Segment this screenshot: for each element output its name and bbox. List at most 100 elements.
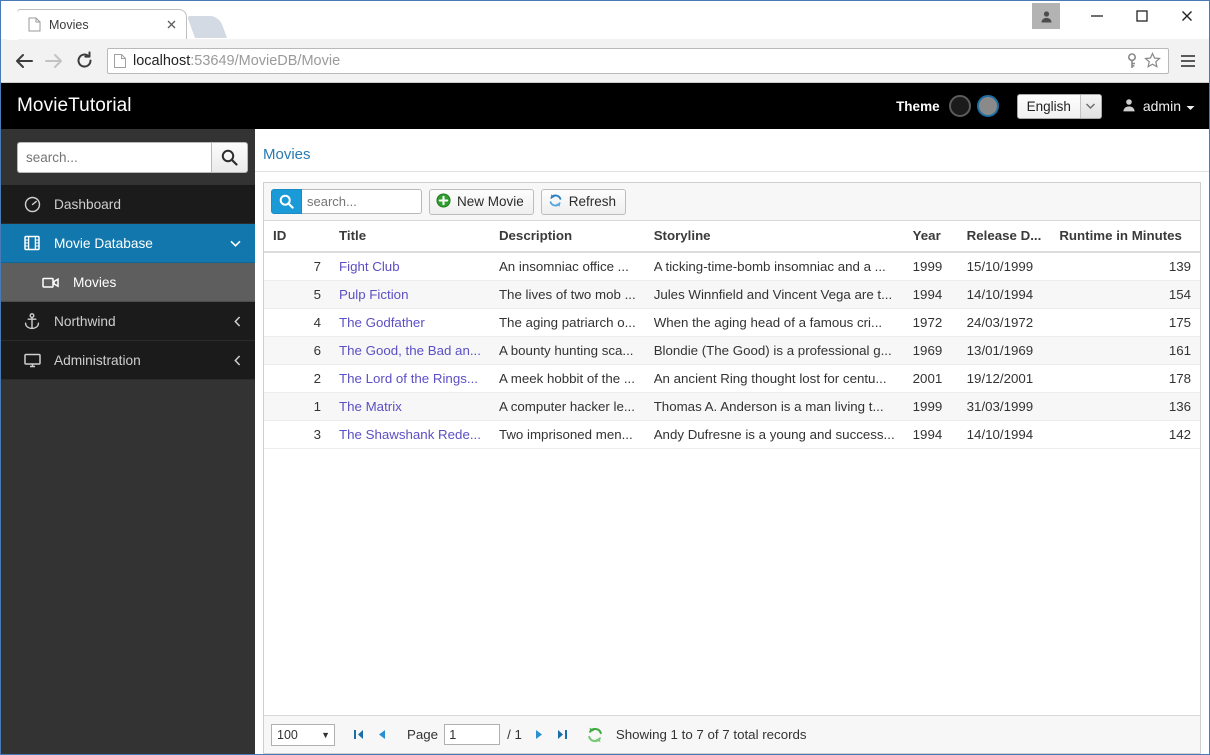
cell-runtime: 142 [1050,420,1200,449]
chevron-left-icon [234,315,241,327]
search-icon[interactable] [211,142,248,173]
theme-swatch-dark[interactable] [948,95,971,117]
address-bar[interactable]: localhost:53649/MovieDB/Movie [107,47,1169,74]
new-tab-button[interactable] [186,16,228,38]
app-brand[interactable]: MovieTutorial [17,95,132,117]
page-label: Page [407,727,439,742]
table-row[interactable]: 1 The Matrix A computer hacker le... Tho… [264,392,1200,421]
sidebar-item-label: Dashboard [54,196,121,212]
column-header-id[interactable]: ID [264,221,330,253]
page-title: Movies [255,129,1209,172]
column-header-description[interactable]: Description [489,221,645,253]
cell-title: Fight Club [330,252,490,281]
user-menu[interactable]: admin [1122,98,1195,115]
movie-title-link[interactable]: Pulp Fiction [339,287,481,302]
first-page-icon[interactable] [347,723,370,747]
caret-down-icon [1186,98,1195,114]
table-row[interactable]: 6 The Good, the Bad an... A bounty hunti… [264,336,1200,365]
cell-description: A bounty hunting sca... [489,336,645,365]
sidebar-item-movies[interactable]: Movies [1,263,255,302]
table-header: ID Title Description Storyline Year Rele… [264,221,1200,253]
cell-id: 7 [264,252,330,281]
person-icon[interactable] [1032,3,1060,29]
prev-page-icon[interactable] [370,723,393,747]
table-row[interactable]: 7 Fight Club An insomniac office ... A t… [264,252,1200,281]
movie-title-link[interactable]: The Good, the Bad an... [339,343,481,358]
plus-circle-green-icon [436,192,451,211]
close-icon[interactable] [1164,1,1209,31]
refresh-button[interactable]: Refresh [540,188,627,215]
cell-year: 2001 [903,364,958,393]
cell-description: A computer hacker le... [489,392,645,421]
maximize-icon[interactable] [1119,1,1164,31]
document-icon [28,17,41,32]
dashboard-gauge-icon [22,196,42,213]
column-header-year[interactable]: Year [903,221,958,253]
sidebar-item-label: Movie Database [54,235,153,251]
arrow-left-icon[interactable] [9,46,39,76]
main-content: Movies search... New Movie Refresh ID Ti… [255,129,1209,754]
movie-title-link[interactable]: The Godfather [339,315,481,330]
grid-search-input[interactable] [302,189,422,214]
refresh-label: Refresh [568,194,617,209]
new-movie-button[interactable]: New Movie [429,188,534,215]
video-camera-icon [41,276,61,289]
sidebar-filler [1,380,255,754]
arrow-right-icon[interactable] [39,46,69,76]
movie-title-link[interactable]: The Shawshank Rede... [339,427,481,442]
sidebar-search [1,129,255,185]
data-grid: New Movie Refresh [263,182,1201,754]
table-row[interactable]: 2 The Lord of the Rings... A meek hobbit… [264,364,1200,393]
movie-title-link[interactable]: Fight Club [339,259,481,274]
table-row[interactable]: 3 The Shawshank Rede... Two imprisoned m… [264,420,1200,449]
cell-release-date: 15/10/1999 [957,252,1051,281]
cell-year: 1994 [903,420,958,449]
table-header-row: ID Title Description Storyline Year Rele… [264,221,1200,253]
app-header: MovieTutorial Theme English admin [1,83,1209,129]
last-page-icon[interactable] [551,723,574,747]
sidebar-item-dashboard[interactable]: Dashboard [1,185,255,224]
sidebar-item-label: Movies [73,274,117,290]
page-size-select[interactable]: 100 ▼ [271,723,335,746]
chevron-down-icon [1079,94,1101,118]
url-text: localhost:53649/MovieDB/Movie [133,53,1122,69]
page-viewport: MovieTutorial Theme English admin search… [1,83,1209,754]
column-header-release-date[interactable]: Release D... [957,221,1051,253]
column-header-title[interactable]: Title [330,221,490,253]
sidebar-item-movie-database[interactable]: Movie Database [1,224,255,263]
cell-description: The lives of two mob ... [489,280,645,309]
browser-window: Movies localhost:53649/MovieDB/Movie Mov… [0,0,1210,755]
hamburger-menu-icon[interactable] [1175,46,1201,76]
page-number-input[interactable] [444,724,501,745]
url-path: :53649/MovieDB/Movie [190,52,341,69]
key-icon[interactable] [1122,51,1142,71]
cell-storyline: Thomas A. Anderson is a man living t... [644,392,904,421]
table-row[interactable]: 5 Pulp Fiction The lives of two mob ... … [264,280,1200,309]
minimize-icon[interactable] [1074,1,1119,31]
grid-body-scroll[interactable]: ID Title Description Storyline Year Rele… [264,221,1200,715]
browser-tab-movies[interactable]: Movies [7,9,187,40]
tab-title: Movies [49,17,89,32]
column-header-runtime[interactable]: Runtime in Minutes [1050,221,1200,253]
close-icon[interactable] [164,18,178,32]
theme-swatch-gray[interactable] [976,95,999,117]
column-header-storyline[interactable]: Storyline [644,221,904,253]
language-select[interactable]: English [1016,93,1102,119]
url-host: localhost [133,52,191,69]
table-row[interactable]: 4 The Godfather The aging patriarch o...… [264,308,1200,337]
anchor-icon [22,312,42,330]
search-icon[interactable] [271,189,302,214]
star-icon[interactable] [1142,51,1162,71]
movie-title-link[interactable]: The Lord of the Rings... [339,371,481,386]
refresh-green-icon[interactable] [582,723,608,747]
cell-storyline: A ticking-time-bomb insomniac and a ... [644,252,904,281]
reload-icon[interactable] [69,46,99,76]
next-page-icon[interactable] [528,723,551,747]
cell-year: 1999 [903,252,958,281]
search-input[interactable] [17,142,211,173]
sidebar-item-administration[interactable]: Administration [1,341,255,380]
cell-title: The Matrix [330,392,490,421]
sidebar-item-northwind[interactable]: Northwind [1,302,255,341]
app-body: Dashboard Movie Database [1,129,1209,754]
movie-title-link[interactable]: The Matrix [339,399,481,414]
